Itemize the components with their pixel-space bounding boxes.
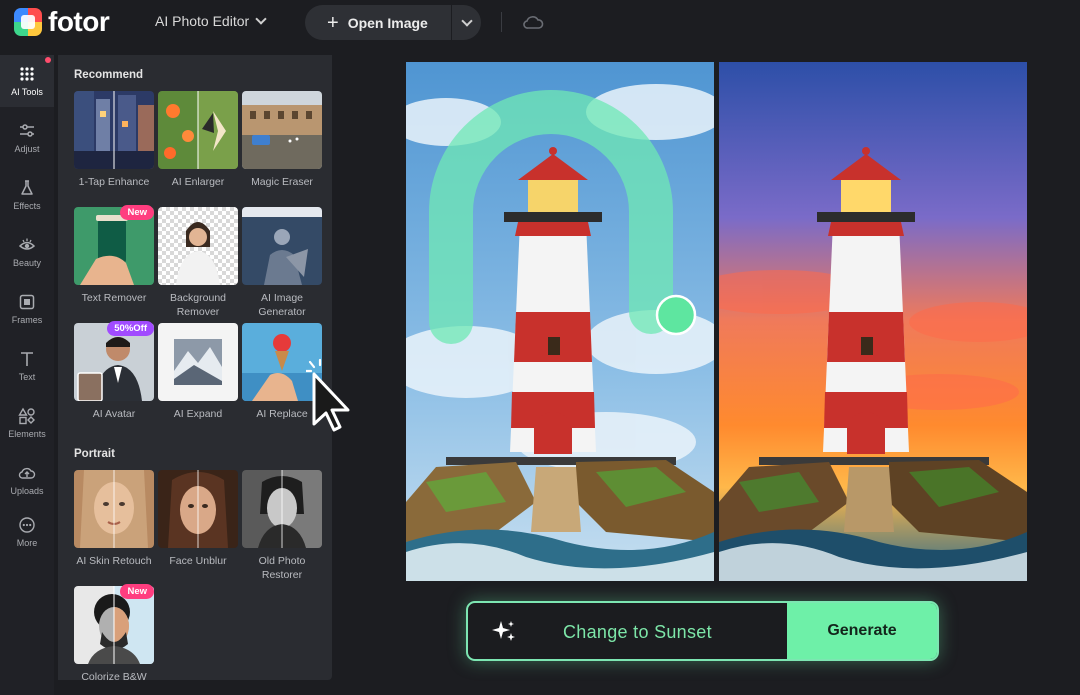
- tool-ai-skin-retouch[interactable]: AI Skin Retouch: [74, 470, 154, 568]
- more-icon: [18, 516, 36, 534]
- tool-face-unblur[interactable]: Face Unblur: [158, 470, 238, 568]
- frame-icon: [18, 293, 36, 311]
- fotor-logo-icon: [14, 8, 42, 36]
- open-image-button[interactable]: + Open Image: [305, 5, 451, 40]
- tool-1-tap-enhance[interactable]: 1-Tap Enhance: [74, 91, 154, 189]
- prompt-bar: Change to Sunset Generate: [466, 601, 939, 661]
- grid-icon: [18, 65, 36, 83]
- notification-dot: [45, 57, 51, 63]
- rail-item-beauty[interactable]: Beauty: [0, 226, 54, 278]
- rail-label: Text: [19, 372, 36, 382]
- open-image-label: Open Image: [348, 15, 428, 31]
- text-icon: [18, 350, 36, 368]
- rail-label: Uploads: [10, 486, 43, 496]
- rail-label: More: [17, 538, 38, 548]
- tool-label: AI Image Generator: [242, 291, 322, 319]
- cloud-icon[interactable]: [522, 13, 544, 31]
- rail-label: Effects: [13, 201, 40, 211]
- tool-magic-eraser[interactable]: Magic Eraser: [242, 91, 322, 189]
- badge-new: New: [120, 584, 154, 599]
- tool-thumbnail: [242, 470, 322, 548]
- tool-old-photo-restorer[interactable]: Old Photo Restorer: [242, 470, 322, 582]
- open-image-button-group: + Open Image: [305, 5, 481, 40]
- badge-discount: 50%Off: [107, 321, 154, 336]
- editor-mode-label: AI Photo Editor: [155, 13, 249, 29]
- open-image-dropdown[interactable]: [452, 5, 481, 40]
- eye-icon: [18, 236, 36, 254]
- sparkle-icon: [491, 619, 517, 645]
- tool-label: Face Unblur: [158, 554, 238, 568]
- generate-button[interactable]: Generate: [787, 603, 937, 659]
- tool-thumbnail: [74, 470, 154, 548]
- rail-item-frames[interactable]: Frames: [0, 283, 54, 335]
- upload-icon: [18, 464, 36, 482]
- tool-label: 1-Tap Enhance: [74, 175, 154, 189]
- tool-label: Magic Eraser: [242, 175, 322, 189]
- toolbar-divider: [501, 12, 502, 32]
- chevron-down-icon: [256, 13, 267, 24]
- rail-label: Beauty: [13, 258, 41, 268]
- tool-thumbnail: [242, 207, 322, 285]
- ai-tools-panel: Recommend 1-Tap Enhance AI Enlarger Magi…: [58, 55, 332, 680]
- tool-ai-enlarger[interactable]: AI Enlarger: [158, 91, 238, 189]
- tool-ai-image-generator[interactable]: AI Image Generator: [242, 207, 322, 319]
- left-rail: AI Tools Adjust Effects Beauty Frames Te…: [0, 55, 54, 695]
- prompt-text: Change to Sunset: [563, 622, 712, 643]
- tool-background-remover[interactable]: Background Remover: [158, 207, 238, 319]
- tool-thumbnail: [158, 207, 238, 285]
- section-title-portrait: Portrait: [74, 448, 115, 460]
- chevron-down-icon: [461, 15, 472, 26]
- fotor-logo[interactable]: fotor: [14, 8, 109, 36]
- tool-thumbnail: [74, 91, 154, 169]
- before-image: [406, 62, 714, 581]
- rail-item-ai-tools[interactable]: AI Tools: [0, 55, 54, 107]
- shapes-icon: [18, 407, 36, 425]
- flask-icon: [18, 179, 36, 197]
- tool-label: AI Avatar: [74, 407, 154, 421]
- tool-thumbnail: [158, 91, 238, 169]
- prompt-input[interactable]: Change to Sunset: [468, 603, 787, 659]
- rail-item-adjust[interactable]: Adjust: [0, 112, 54, 164]
- tool-thumbnail: [158, 323, 238, 401]
- tool-text-remover[interactable]: New Text Remover: [74, 207, 154, 305]
- rail-item-effects[interactable]: Effects: [0, 169, 54, 221]
- tool-thumbnail: [242, 91, 322, 169]
- logo-text: fotor: [48, 8, 109, 36]
- image-canvas[interactable]: [406, 62, 1027, 581]
- tool-label: Old Photo Restorer: [242, 554, 322, 582]
- tool-thumbnail: [158, 470, 238, 548]
- badge-new: New: [120, 205, 154, 220]
- tool-label: Text Remover: [74, 291, 154, 305]
- sliders-icon: [18, 122, 36, 140]
- top-bar: fotor AI Photo Editor + Open Image: [0, 0, 1080, 44]
- tool-ai-avatar[interactable]: 50%Off AI Avatar: [74, 323, 154, 421]
- rail-label: AI Tools: [11, 87, 43, 97]
- rail-item-uploads[interactable]: Uploads: [0, 454, 54, 506]
- cursor-pointer-icon: [306, 358, 358, 434]
- after-image: [719, 62, 1027, 581]
- section-title-recommend: Recommend: [74, 69, 143, 81]
- rail-item-elements[interactable]: Elements: [0, 397, 54, 449]
- rail-label: Adjust: [14, 144, 39, 154]
- rail-item-text[interactable]: Text: [0, 340, 54, 392]
- rail-label: Frames: [12, 315, 43, 325]
- tool-ai-expand[interactable]: AI Expand: [158, 323, 238, 421]
- rail-label: Elements: [8, 429, 46, 439]
- tool-label: Colorize B&W: [74, 670, 154, 680]
- tool-label: AI Enlarger: [158, 175, 238, 189]
- editor-mode-dropdown[interactable]: AI Photo Editor: [155, 13, 265, 29]
- tool-label: AI Expand: [158, 407, 238, 421]
- tool-label: Background Remover: [158, 291, 238, 319]
- plus-icon: +: [327, 13, 339, 33]
- tool-label: AI Skin Retouch: [74, 554, 154, 568]
- rail-item-more[interactable]: More: [0, 506, 54, 558]
- tool-colorize-bw[interactable]: New Colorize B&W: [74, 586, 154, 680]
